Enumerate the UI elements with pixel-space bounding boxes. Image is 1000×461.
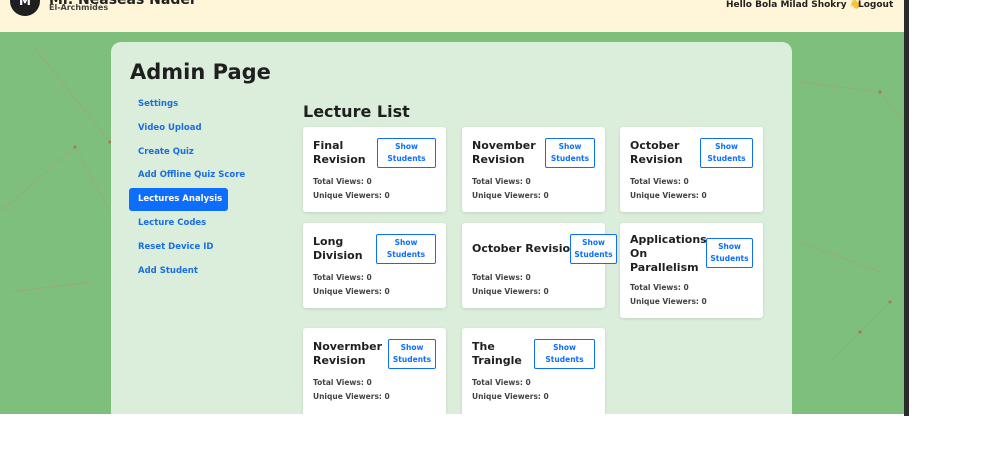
lecture-list-title: Lecture List (303, 102, 410, 121)
unique-viewers: Unique Viewers: 0 (472, 191, 549, 200)
sidebar-item-settings[interactable]: Settings (129, 93, 228, 116)
lecture-title: Novermber Revision (313, 340, 383, 367)
show-students-button[interactable]: Show Students (534, 339, 595, 369)
lecture-card: October Revision Show Students Total View… (462, 223, 617, 308)
lecture-card: Final Revision Show Students Total Views: … (303, 127, 446, 212)
total-views: Total Views: 0 (630, 283, 689, 292)
total-views: Total Views: 0 (472, 378, 531, 387)
sidebar-item-video-upload[interactable]: Video Upload (129, 117, 228, 140)
unique-viewers: Unique Viewers: 0 (313, 287, 390, 296)
lecture-title: Long Division (313, 235, 363, 262)
brand-logo[interactable]: M (10, 0, 40, 16)
lecture-card: The Traingle Show Students Total Views: 0 … (462, 328, 605, 414)
window-scrollbar[interactable] (904, 0, 909, 416)
lecture-title: October Revision (630, 139, 683, 166)
total-views: Total Views: 0 (313, 177, 372, 186)
show-students-button[interactable]: Show Students (700, 138, 753, 168)
unique-viewers: Unique Viewers: 0 (313, 392, 390, 401)
page-title: Admin Page (130, 60, 271, 84)
unique-viewers: Unique Viewers: 0 (630, 297, 707, 306)
unique-viewers: Unique Viewers: 0 (472, 287, 549, 296)
sidebar-item-add-offline-quiz-score[interactable]: Add Offline Quiz Score (129, 164, 245, 187)
show-students-button[interactable]: Show Students (570, 234, 617, 264)
logout-link[interactable]: Logout (858, 0, 893, 10)
top-navbar: M Mr. Neaseas Nader El-Archmides Hello B… (0, 0, 904, 32)
lecture-title: Final Revision (313, 139, 366, 166)
sidebar-item-create-quiz[interactable]: Create Quiz (129, 141, 228, 164)
unique-viewers: Unique Viewers: 0 (630, 191, 707, 200)
unique-viewers: Unique Viewers: 0 (472, 392, 549, 401)
lecture-card: October Revision Show Students Total Views… (620, 127, 763, 212)
sidebar-item-lecture-codes[interactable]: Lecture Codes (129, 212, 228, 235)
lecture-title: Applications On Parallelism (630, 233, 707, 274)
page-viewport: M Mr. Neaseas Nader El-Archmides Hello B… (0, 0, 904, 414)
total-views: Total Views: 0 (313, 378, 372, 387)
brand-subtitle: El-Archmides (49, 3, 109, 12)
sidebar-item-lectures-analysis[interactable]: Lectures Analysis (129, 188, 228, 212)
show-students-button[interactable]: Show Students (388, 339, 436, 369)
total-views: Total Views: 0 (472, 177, 531, 186)
admin-sidebar: Settings Video Upload Create Quiz Add Of… (129, 93, 249, 283)
total-views: Total Views: 0 (472, 273, 531, 282)
show-students-button[interactable]: Show Students (376, 234, 436, 264)
user-greeting: Hello Bola Milad Shokry 👋 (726, 0, 861, 10)
lecture-title: The Traingle (472, 340, 522, 367)
lecture-title: October Revision (472, 242, 578, 255)
lecture-card: Novermber Revision Show Students Total Vie… (303, 328, 446, 414)
lecture-card: Long Division Show Students Total Views: 0… (303, 223, 446, 308)
lecture-card: November Revision Show Students Total View… (462, 127, 605, 212)
sidebar-item-add-student[interactable]: Add Student (129, 260, 228, 283)
unique-viewers: Unique Viewers: 0 (313, 191, 390, 200)
show-students-button[interactable]: Show Students (706, 238, 753, 268)
sidebar-item-reset-device-id[interactable]: Reset Device ID (129, 236, 228, 259)
show-students-button[interactable]: Show Students (377, 138, 436, 168)
admin-panel: Admin Page Settings Video Upload Create … (111, 42, 792, 414)
lecture-title: November Revision (472, 139, 536, 166)
show-students-button[interactable]: Show Students (545, 138, 595, 168)
total-views: Total Views: 0 (313, 273, 372, 282)
lecture-card: Applications On Parallelism Show Students T… (620, 223, 763, 318)
total-views: Total Views: 0 (630, 177, 689, 186)
